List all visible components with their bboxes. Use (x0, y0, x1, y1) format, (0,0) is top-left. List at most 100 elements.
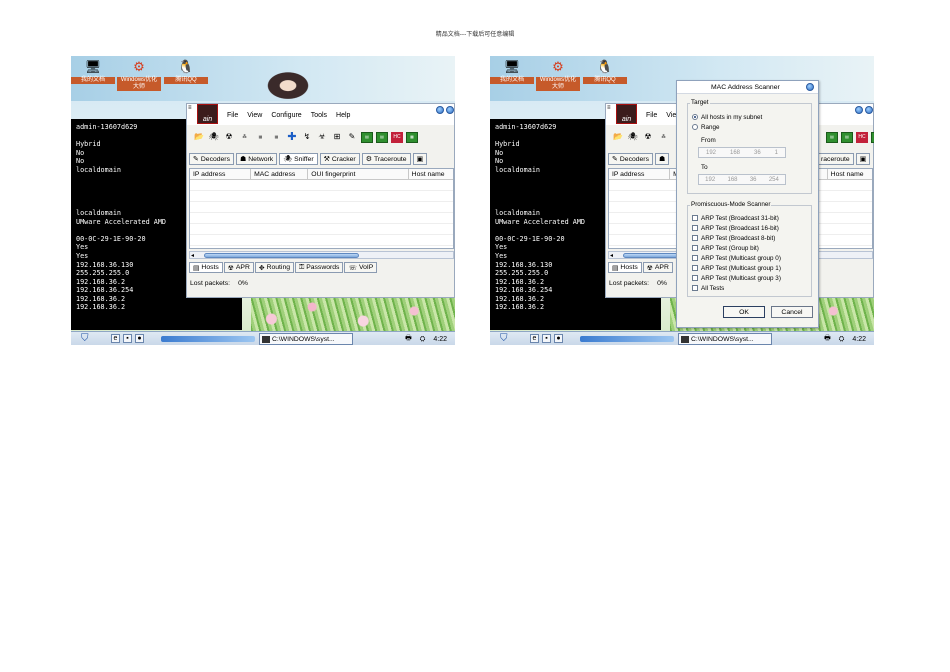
sniffer-toggle-icon[interactable]: 🕷 (208, 132, 220, 143)
close-icon[interactable] (446, 106, 454, 114)
hc-icon[interactable]: HC (391, 131, 403, 143)
pin-icon[interactable]: ≡ (607, 105, 611, 111)
close-icon[interactable] (865, 106, 873, 114)
close-icon[interactable] (806, 83, 814, 91)
minimize-icon[interactable] (855, 106, 863, 114)
media-icon[interactable]: ● (135, 334, 144, 343)
sha-icon[interactable]: ▤ (826, 131, 838, 143)
checkbox-test-mcast-0[interactable]: ARP Test (Multicast group 0) (692, 253, 781, 263)
tab-more[interactable]: ▣ (412, 153, 428, 165)
hosts-grid[interactable]: IP address MAC address OUI fingerprint H… (189, 168, 454, 249)
base64-icon[interactable]: ⊞ (331, 132, 343, 143)
menu-view[interactable]: View (247, 112, 262, 119)
decoder-tool-icon[interactable]: ☣ (316, 132, 328, 143)
tab-network[interactable]: ☗ Network (235, 153, 278, 165)
col-ip-address[interactable]: IP address (609, 169, 671, 179)
lm-ntlm-icon[interactable]: ▦ (254, 132, 267, 143)
tab-passwords[interactable]: ⚿ Passwords (295, 262, 344, 273)
desktop-icon-qq[interactable]: 🐧 腾讯QQ (164, 58, 208, 84)
col-oui-fingerprint[interactable]: OUI fingerprint (308, 169, 409, 179)
save-icon[interactable]: ▪ (123, 334, 132, 343)
tab-traceroute[interactable]: raceroute (817, 153, 854, 165)
menu-file[interactable]: File (227, 112, 238, 119)
checkbox-test-16bit[interactable]: ARP Test (Broadcast 16-bit) (692, 223, 781, 233)
network-tray-icon[interactable]: ⛭ (839, 336, 845, 344)
to-ip-field[interactable]: 192 168 36 254 (698, 174, 786, 185)
taskbar-task-cmd[interactable]: C:\WINDOWS\syst... (678, 333, 772, 345)
tab-hosts[interactable]: ▤ Hosts (189, 262, 223, 273)
horizontal-scrollbar[interactable]: ◂ (189, 251, 454, 259)
wifi-icon[interactable]: ⁂ (238, 132, 251, 143)
tab-voip[interactable]: ☏ VoIP (344, 262, 378, 273)
md5-icon[interactable]: ▤ (841, 131, 853, 143)
apr-toggle-icon[interactable]: ☢ (223, 132, 235, 143)
clock[interactable]: 4:22 (852, 336, 866, 343)
pin-icon[interactable]: ≡ (188, 105, 192, 111)
col-host-name[interactable]: Host name (828, 169, 872, 179)
checkbox-all-tests[interactable]: All Tests (692, 283, 781, 293)
tab-traceroute[interactable]: ⚙ Traceroute (361, 153, 411, 165)
minimize-icon[interactable] (436, 106, 444, 114)
hash-icon[interactable]: ✎ (346, 132, 358, 143)
rdp-icon[interactable]: ▦ (871, 131, 874, 143)
sha-icon[interactable]: ▤ (361, 131, 373, 143)
cancel-button[interactable]: Cancel (771, 306, 813, 318)
checkbox-test-8bit[interactable]: ARP Test (Broadcast 8-bit) (692, 233, 781, 243)
menu-file[interactable]: File (646, 112, 657, 119)
save-icon[interactable]: ▪ (542, 334, 551, 343)
tab-hosts[interactable]: ▤ Hosts (608, 262, 642, 273)
add-icon[interactable]: ✚ (286, 131, 298, 143)
cain-window[interactable]: ≡ ain File View Configure Tools Help 📂 🕷… (186, 103, 455, 298)
media-icon[interactable]: ● (554, 334, 563, 343)
tab-more[interactable]: ▣ (855, 153, 871, 165)
radio-range[interactable]: Range (692, 122, 762, 132)
remove-icon[interactable]: ↯ (301, 132, 313, 143)
tab-sniffer[interactable]: 🕷 Sniffer (279, 153, 318, 165)
network-tray-icon[interactable]: ⛭ (420, 336, 426, 344)
clock[interactable]: 4:22 (433, 336, 447, 343)
tab-network[interactable]: ☗ (654, 153, 670, 165)
taskbar-task-cmd[interactable]: C:\WINDOWS\syst... (259, 333, 353, 345)
checkbox-test-mcast-1[interactable]: ARP Test (Multicast group 1) (692, 263, 781, 273)
tab-apr[interactable]: ☢ APR (642, 262, 673, 273)
challenge-icon[interactable]: ▦ (270, 132, 283, 143)
checkbox-test-group-bit[interactable]: ARP Test (Group bit) (692, 243, 781, 253)
hc-icon[interactable]: HC (856, 131, 868, 143)
menu-configure[interactable]: Configure (271, 112, 301, 119)
checkbox-test-31bit[interactable]: ARP Test (Broadcast 31-bit) (692, 213, 781, 223)
tab-routing[interactable]: ✥ Routing (254, 262, 295, 273)
radio-all-hosts[interactable]: All hosts in my subnet (692, 112, 762, 122)
start-button[interactable]: ⛉ (500, 333, 508, 344)
col-host-name[interactable]: Host name (409, 169, 453, 179)
printer-icon[interactable]: 🖶 (824, 334, 831, 345)
desktop-icon-qq[interactable]: 🐧 腾讯QQ (583, 58, 627, 84)
scroll-left-icon[interactable]: ◂ (191, 252, 194, 259)
col-mac-address[interactable]: MAC address (251, 169, 309, 179)
ok-button[interactable]: OK (723, 306, 765, 318)
scroll-thumb[interactable] (204, 253, 359, 258)
open-folder-icon[interactable]: 📂 (193, 132, 205, 143)
from-ip-field[interactable]: 192 168 36 1 (698, 147, 786, 158)
mac-scanner-dialog[interactable]: MAC Address Scanner Target All hosts in … (676, 80, 819, 328)
apr-toggle-icon[interactable]: ☢ (642, 132, 654, 143)
rdp-icon[interactable]: ▦ (406, 131, 418, 143)
wifi-icon[interactable]: ⁂ (657, 132, 670, 143)
ie-icon[interactable]: e (530, 334, 539, 343)
checkbox-test-mcast-3[interactable]: ARP Test (Multicast group 3) (692, 273, 781, 283)
sniffer-toggle-icon[interactable]: 🕷 (627, 132, 639, 143)
printer-icon[interactable]: 🖶 (405, 334, 412, 345)
tab-decoders[interactable]: ✎ Decoders (608, 153, 653, 165)
md5-icon[interactable]: ▤ (376, 131, 388, 143)
open-folder-icon[interactable]: 📂 (612, 132, 624, 143)
start-button[interactable]: ⛉ (81, 333, 89, 344)
tab-decoders[interactable]: ✎ Decoders (189, 153, 234, 165)
scroll-left-icon[interactable]: ◂ (610, 252, 613, 259)
desktop-icon-my-documents[interactable]: 🖥 我的文档 (490, 58, 534, 84)
desktop-icon-my-documents[interactable]: 🖥 我的文档 (71, 58, 115, 84)
desktop-icon-optimizer[interactable]: ⚙ Windows优化大师 (536, 58, 580, 91)
scroll-thumb[interactable] (623, 253, 678, 258)
menu-tools[interactable]: Tools (311, 112, 327, 119)
menu-help[interactable]: Help (336, 112, 350, 119)
ie-icon[interactable]: e (111, 334, 120, 343)
desktop-icon-optimizer[interactable]: ⚙ Windows优化大师 (117, 58, 161, 91)
